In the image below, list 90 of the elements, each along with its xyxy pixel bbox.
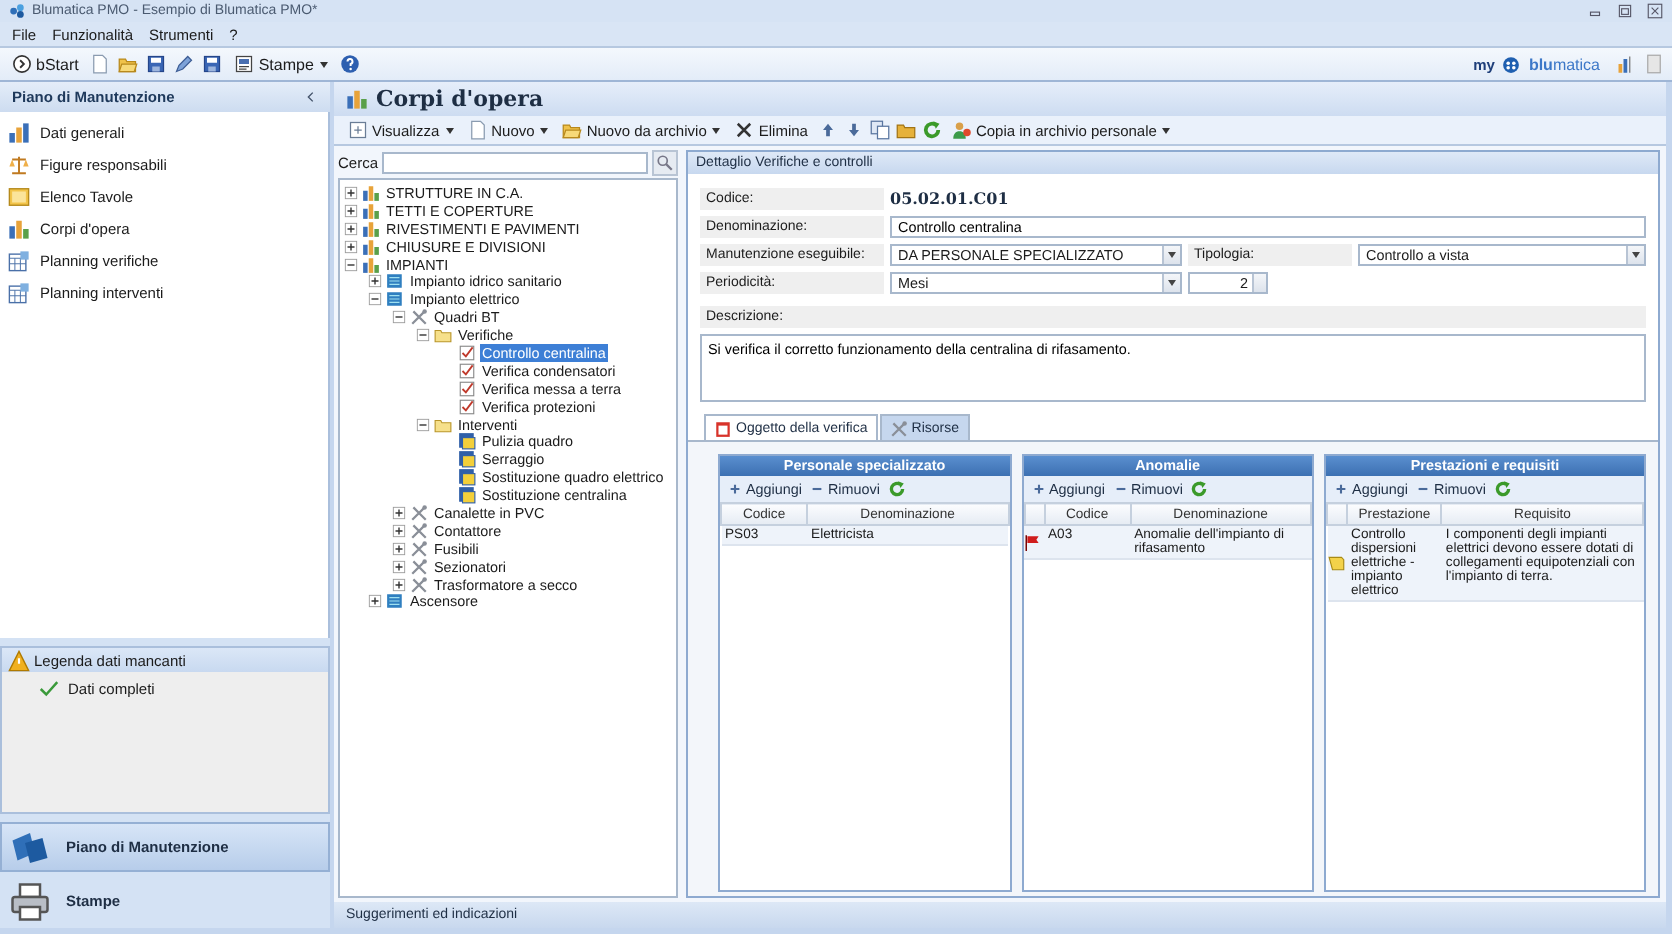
open-folder-icon — [562, 120, 583, 140]
arrow-down-icon[interactable] — [843, 120, 864, 140]
user-icon — [951, 120, 972, 140]
arrow-up-icon[interactable] — [817, 120, 838, 140]
flag-icon — [1024, 533, 1043, 551]
collapse-icon[interactable] — [416, 417, 430, 432]
sheet-icon — [386, 290, 404, 309]
expand-icon[interactable] — [392, 505, 406, 520]
plus-icon — [1334, 482, 1349, 496]
expand-icon[interactable] — [392, 523, 406, 538]
brand-name: blumatica — [1528, 55, 1600, 73]
expand-icon[interactable] — [344, 221, 358, 236]
blocks-icon — [362, 237, 380, 256]
new-file-icon[interactable] — [90, 54, 111, 74]
calendar-icon — [8, 249, 30, 271]
folder-icon — [434, 415, 452, 434]
copy-icon[interactable] — [869, 120, 890, 140]
search-field[interactable] — [382, 151, 648, 173]
refresh-icon[interactable] — [1190, 480, 1209, 498]
minus-icon — [1416, 482, 1431, 496]
checklist-icon — [458, 379, 476, 398]
checklist-icon — [458, 343, 476, 362]
minus-icon — [809, 482, 824, 496]
search-icon[interactable] — [652, 149, 678, 175]
blocks-icon — [362, 201, 380, 220]
maximize-icon[interactable] — [1616, 2, 1634, 20]
help-icon[interactable] — [339, 54, 360, 74]
content-title: Corpi d'opera — [376, 86, 544, 112]
warning-icon — [8, 649, 30, 671]
expand-icon[interactable] — [392, 541, 406, 556]
expand-icon[interactable] — [368, 594, 382, 609]
save-icon[interactable] — [146, 54, 167, 74]
collapse-icon[interactable] — [416, 328, 430, 343]
tools-icon — [410, 521, 428, 540]
refresh-icon[interactable] — [1493, 480, 1512, 498]
app-icon — [8, 2, 26, 20]
checklist-icon — [458, 361, 476, 380]
tools-icon — [410, 539, 428, 558]
tools-icon — [410, 308, 428, 327]
checklist-icon — [458, 397, 476, 416]
check-icon — [38, 678, 60, 700]
plus-icon — [728, 482, 742, 496]
new-file-icon — [467, 120, 488, 140]
printer-icon — [10, 881, 50, 921]
expand-icon[interactable] — [368, 274, 382, 289]
chevron-left-icon[interactable] — [304, 90, 318, 104]
refresh-icon[interactable] — [921, 120, 942, 140]
tools-icon — [410, 503, 428, 522]
stats-icon[interactable] — [1616, 54, 1636, 74]
toolbar-button[interactable]: bStart — [8, 54, 83, 74]
blocks-icon — [362, 219, 380, 238]
board-icon — [8, 185, 30, 207]
start-icon — [12, 54, 32, 74]
expand-icon[interactable] — [344, 185, 358, 200]
close-icon[interactable] — [1646, 2, 1664, 20]
tools-icon — [410, 575, 428, 594]
view-icon — [348, 120, 368, 140]
code-value: 05.02.01.C01 — [890, 188, 1011, 210]
blocks-icon — [8, 217, 30, 239]
sheet-icon — [386, 272, 404, 291]
edit-icon[interactable] — [174, 54, 195, 74]
blocks-icon — [362, 183, 380, 202]
blocks-icon — [346, 88, 368, 110]
plus-icon — [1031, 482, 1046, 496]
logo-icon — [1502, 55, 1521, 73]
refresh-icon[interactable] — [887, 480, 906, 498]
chart-icon — [8, 121, 30, 143]
expand-icon[interactable] — [392, 577, 406, 592]
cards-icon — [10, 827, 50, 867]
open-folder-icon[interactable] — [118, 54, 139, 74]
save-icon[interactable] — [202, 54, 223, 74]
folder-icon[interactable] — [895, 120, 916, 140]
tools-icon — [410, 557, 428, 576]
minus-icon — [1113, 482, 1127, 496]
toolbar-button[interactable]: Stampe — [230, 54, 332, 74]
collapse-icon[interactable] — [368, 292, 382, 307]
expand-icon[interactable] — [392, 559, 406, 574]
blocks-icon — [362, 255, 380, 274]
note-icon — [1327, 554, 1346, 572]
expand-icon[interactable] — [344, 203, 358, 218]
scale-icon — [8, 153, 30, 175]
expand-icon[interactable] — [344, 239, 358, 254]
sheet-icon — [386, 592, 404, 611]
tools-icon — [889, 419, 908, 437]
collapse-icon[interactable] — [392, 310, 406, 325]
delete-icon — [734, 120, 755, 140]
collapse-icon[interactable] — [344, 257, 358, 271]
calendar-icon — [8, 281, 30, 303]
print-icon — [234, 54, 255, 74]
folder-icon — [434, 326, 452, 345]
